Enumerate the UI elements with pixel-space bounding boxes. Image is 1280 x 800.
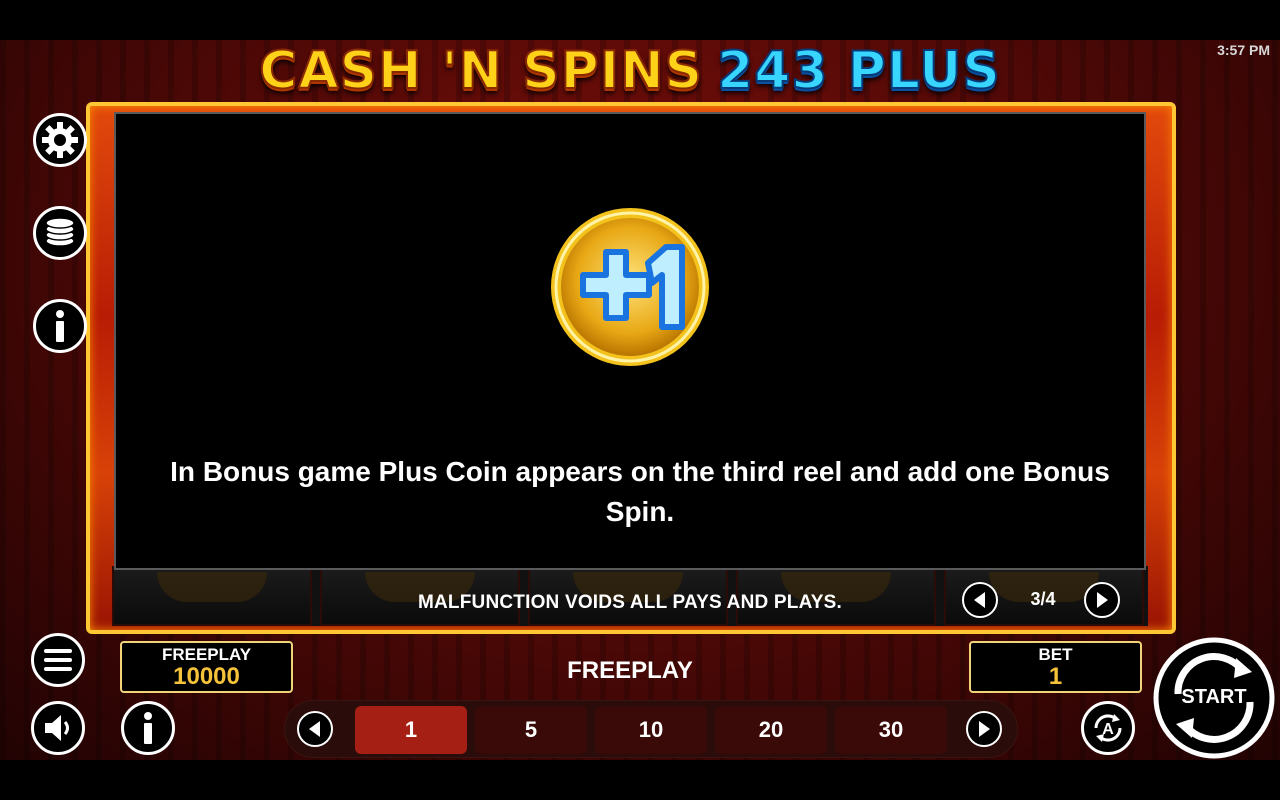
top-black-bar [0,0,1280,40]
bet-option-5[interactable]: 5 [475,706,587,754]
settings-button[interactable] [33,113,87,167]
hamburger-menu-icon [44,649,72,671]
info-icon [56,310,64,342]
paytable-button[interactable] [33,206,87,260]
chevron-right-icon [979,721,990,737]
chevron-left-icon [974,592,985,608]
status-clock: 3:57 PM [1217,42,1270,58]
speaker-icon [45,715,69,741]
start-button[interactable]: START [1152,636,1276,760]
credit-display: FREEPLAY 10000 [120,641,293,693]
sound-button[interactable] [31,701,85,755]
autoplay-button[interactable]: A [1081,701,1135,755]
malfunction-disclaimer: MALFUNCTION VOIDS ALL PAYS AND PLAYS. [417,592,843,613]
bet-value: 1 [1048,663,1063,690]
menu-button[interactable] [31,633,85,687]
plus-one-coin-icon [551,208,709,366]
coin-stack-icon [45,217,75,247]
info-pager: 3/4 [962,580,1124,620]
credit-label: FREEPLAY [161,645,252,664]
page-indicator: 3/4 [1030,589,1056,609]
bet-increase-button[interactable] [966,711,1002,747]
chevron-left-icon [309,721,320,737]
bet-display: BET 1 [969,641,1142,693]
prev-page-button[interactable] [962,582,998,618]
bet-decrease-button[interactable] [297,711,333,747]
info-description: In Bonus game Plus Coin appears on the t… [170,456,1110,527]
chevron-right-icon [1097,592,1108,608]
mode-label: FREEPLAY [567,657,693,684]
start-label: START [1181,686,1247,708]
bet-option-20[interactable]: 20 [715,706,827,754]
game-info-button[interactable] [33,299,87,353]
reel-1 [112,566,312,626]
game-title-part2: 243 PLUS [716,40,1001,102]
bet-option-30[interactable]: 30 [835,706,947,754]
bet-selector: 1 5 10 20 30 [284,700,1018,758]
help-button[interactable] [121,701,175,755]
bet-label: BET [1038,645,1073,664]
game-title-part1: CASH 'N SPINS [258,40,704,102]
autoplay-icon: A [1094,714,1122,742]
gear-icon [42,122,78,158]
bottom-black-bar [0,760,1280,800]
bet-option-10[interactable]: 10 [595,706,707,754]
next-page-button[interactable] [1084,582,1120,618]
credit-value: 10000 [173,663,240,690]
bet-option-1[interactable]: 1 [355,706,467,754]
svg-text:A: A [1102,721,1114,738]
game-title: CASH 'N SPINS 243 PLUS [240,38,1020,104]
info-icon [144,712,152,744]
